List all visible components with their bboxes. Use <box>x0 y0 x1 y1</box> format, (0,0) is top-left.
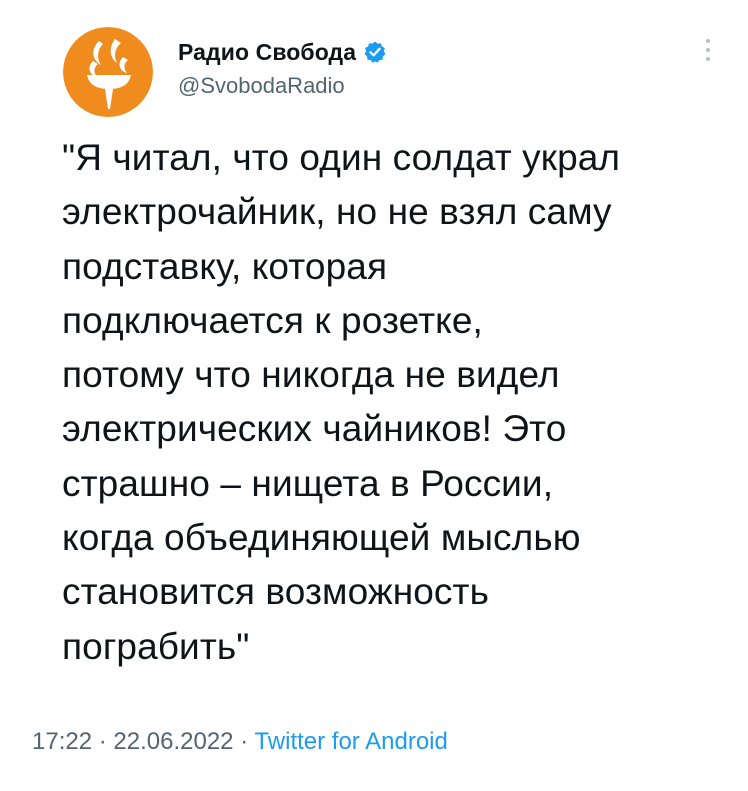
name-row: Радио Свобода <box>178 37 387 67</box>
tweet-header: Радио Свобода @SvobodaRadio <box>63 27 713 117</box>
tweet-meta: 17:22 · 22.06.2022 · Twitter for Android <box>32 728 448 756</box>
meta-separator: · <box>98 728 107 755</box>
meta-separator: · <box>240 728 249 755</box>
tweet-time[interactable]: 17:22 <box>32 728 92 755</box>
handle[interactable]: @SvobodaRadio <box>178 73 387 99</box>
verified-badge-icon <box>363 40 387 64</box>
avatar[interactable] <box>63 27 153 117</box>
vertical-ellipsis-icon[interactable] <box>703 39 713 69</box>
display-name[interactable]: Радио Свобода <box>178 39 356 66</box>
tweet: Радио Свобода @SvobodaRadio "Я читал, чт… <box>0 0 748 791</box>
tweet-date[interactable]: 22.06.2022 <box>113 728 233 755</box>
tweet-text: "Я читал, что один солдат украл электроч… <box>62 137 621 667</box>
rfe-rl-torch-logo-icon <box>63 27 153 117</box>
author-block[interactable]: Радио Свобода @SvobodaRadio <box>178 37 387 99</box>
tweet-source-link[interactable]: Twitter for Android <box>254 728 447 755</box>
